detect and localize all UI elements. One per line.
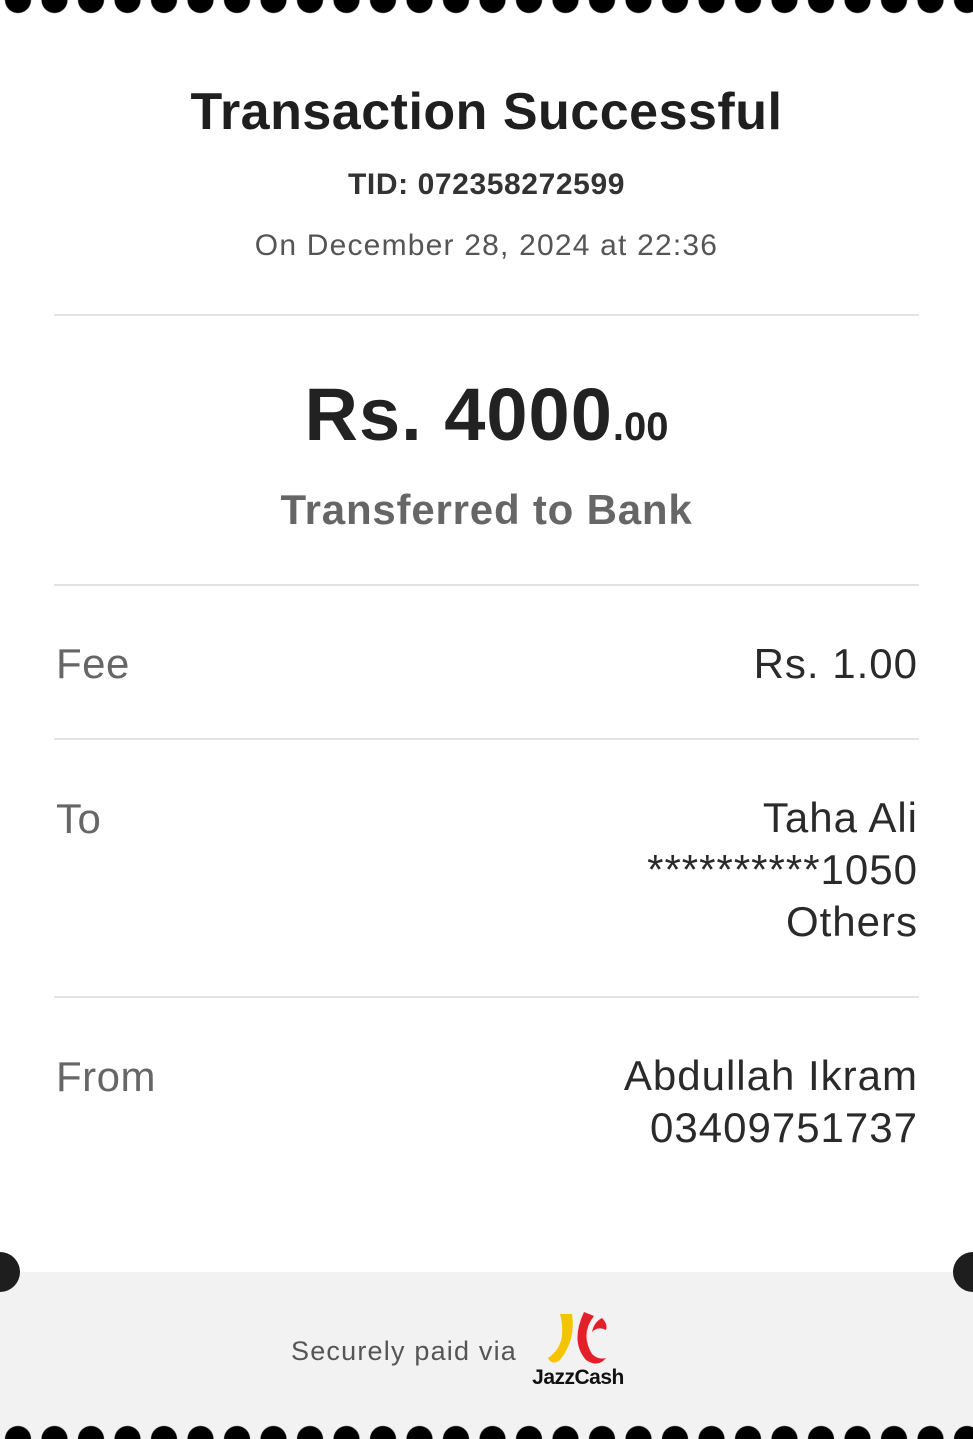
- recipient-name: Taha Ali: [762, 794, 918, 841]
- transaction-amount: Rs. 4000.00: [0, 372, 973, 457]
- to-values: Taha Ali **********1050 Others: [647, 792, 918, 948]
- sender-name: Abdullah Ikram: [623, 1052, 918, 1099]
- recipient-bank: Others: [785, 898, 918, 945]
- transaction-date: On December 28, 2024 at 22:36: [254, 229, 719, 262]
- jazzcash-logo-text: JazzCash: [532, 1366, 624, 1389]
- divider: [54, 996, 919, 998]
- secure-payment-text: Securely paid via: [291, 1336, 518, 1366]
- perforated-edge-bottom: [0, 1425, 973, 1439]
- divider: [54, 314, 919, 316]
- divider: [54, 738, 919, 740]
- to-label: To: [56, 795, 102, 842]
- sender-number: 03409751737: [650, 1104, 918, 1151]
- from-values: Abdullah Ikram 03409751737: [624, 1050, 918, 1154]
- recipient-account: **********1050: [647, 846, 918, 893]
- fee-values: Rs. 1.00: [754, 638, 918, 690]
- page-title: Transaction Successful: [190, 83, 783, 141]
- from-label: From: [56, 1053, 156, 1100]
- jazzcash-logo: JazzCash: [528, 1310, 628, 1394]
- amount-main: Rs. 4000: [304, 373, 613, 456]
- divider: [54, 584, 919, 586]
- amount-cents: .00: [612, 405, 669, 449]
- transfer-type: Transferred to Bank: [280, 486, 693, 533]
- transaction-receipt: Transaction Successful TID: 072358272599…: [0, 0, 973, 1439]
- fee-value: Rs. 1.00: [753, 640, 918, 687]
- jazzcash-logo-icon: [548, 1312, 607, 1364]
- transaction-id: TID: 072358272599: [347, 168, 626, 201]
- perforated-edge-top: [0, 0, 973, 14]
- fee-label: Fee: [56, 640, 130, 687]
